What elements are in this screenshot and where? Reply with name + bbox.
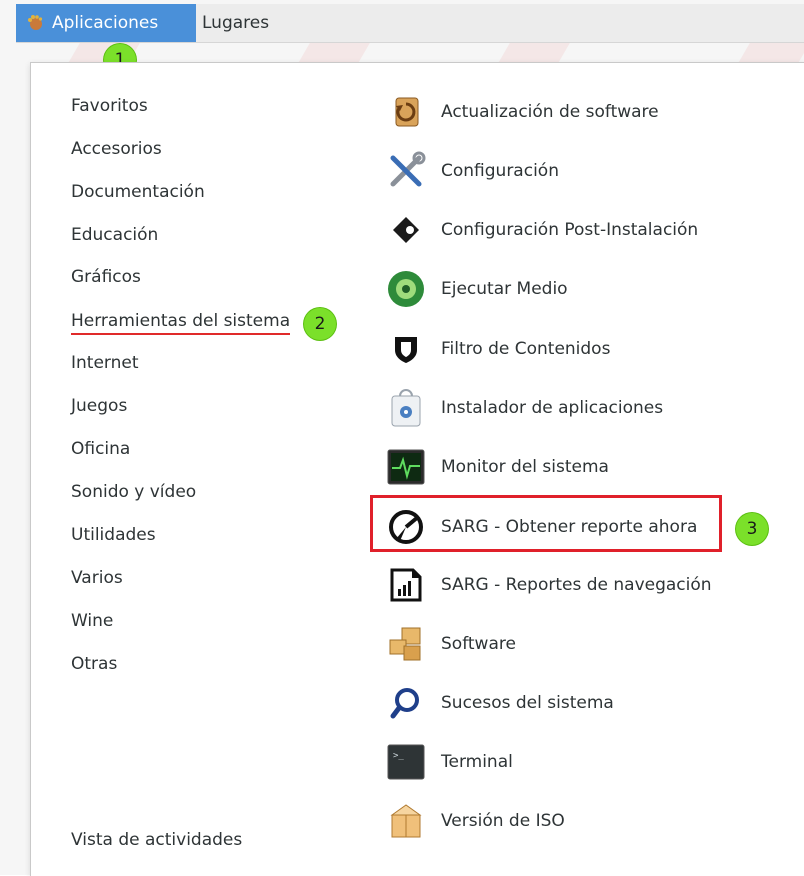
category-wine[interactable]: Wine: [71, 611, 113, 631]
app-label: Software: [441, 634, 516, 654]
app-label: Versión de ISO: [441, 811, 565, 831]
category-herramientas-del-sistema[interactable]: Herramientas del sistema: [71, 311, 291, 335]
annotation-badge-2: 2: [304, 308, 336, 340]
shield-icon: [383, 326, 429, 372]
category-educacion[interactable]: Educación: [71, 225, 158, 245]
run-media-icon: [383, 266, 429, 312]
app-label: SARG - Reportes de navegación: [441, 575, 712, 595]
top-panel: Aplicaciones Lugares: [16, 4, 804, 43]
app-version-de-iso[interactable]: Versión de ISO: [383, 797, 565, 845]
post-install-icon: [383, 207, 429, 253]
app-label: Sucesos del sistema: [441, 693, 614, 713]
app-label: Configuración Post-Instalación: [441, 220, 699, 240]
app-sucesos-del-sistema[interactable]: Sucesos del sistema: [383, 679, 614, 727]
app-sarg-reportes-de-navegacion[interactable]: SARG - Reportes de navegación: [383, 561, 712, 609]
category-accesorios[interactable]: Accesorios: [71, 139, 162, 159]
app-label: Terminal: [441, 752, 513, 772]
app-software[interactable]: Software: [383, 620, 516, 668]
settings-tools-icon: [383, 148, 429, 194]
app-label: Ejecutar Medio: [441, 279, 568, 299]
category-internet[interactable]: Internet: [71, 353, 139, 373]
app-label: Monitor del sistema: [441, 457, 609, 477]
app-ejecutar-medio[interactable]: Ejecutar Medio: [383, 265, 568, 313]
gnome-foot-icon: [28, 15, 43, 30]
category-graficos[interactable]: Gráficos: [71, 267, 141, 287]
software-boxes-icon: [383, 621, 429, 667]
category-otras[interactable]: Otras: [71, 654, 117, 674]
iso-version-icon: [383, 798, 429, 844]
app-software-update[interactable]: Actualización de software: [383, 88, 659, 136]
app-filtro-de-contenidos[interactable]: Filtro de Contenidos: [383, 325, 610, 373]
system-monitor-icon: [383, 444, 429, 490]
applications-menu-popup: Favoritos Accesorios Documentación Educa…: [30, 62, 804, 876]
app-instalador-de-aplicaciones[interactable]: Instalador de aplicaciones: [383, 384, 663, 432]
category-sonido-y-video[interactable]: Sonido y vídeo: [71, 482, 196, 502]
svg-text:>_: >_: [393, 751, 404, 761]
app-label: Configuración: [441, 161, 559, 181]
app-configuracion-post-instalacion[interactable]: Configuración Post-Instalación: [383, 206, 698, 254]
annotation-highlight-box: [370, 495, 722, 552]
places-label: Lugares: [202, 13, 270, 33]
category-utilidades[interactable]: Utilidades: [71, 525, 156, 545]
applications-menu-button[interactable]: Aplicaciones: [16, 4, 196, 42]
app-configuracion[interactable]: Configuración: [383, 147, 559, 195]
software-update-icon: [383, 89, 429, 135]
app-label: Actualización de software: [441, 102, 659, 122]
app-installer-icon: [383, 385, 429, 431]
app-label: Instalador de aplicaciones: [441, 398, 664, 418]
category-documentacion[interactable]: Documentación: [71, 182, 205, 202]
annotation-badge-3: 3: [736, 513, 768, 545]
places-menu-button[interactable]: Lugares: [192, 4, 279, 42]
sarg-reports-icon: [383, 562, 429, 608]
category-oficina[interactable]: Oficina: [71, 439, 130, 459]
category-varios[interactable]: Varios: [71, 568, 123, 588]
terminal-icon: >_: [383, 739, 429, 785]
applications-label: Aplicaciones: [52, 13, 159, 33]
app-terminal[interactable]: >_ Terminal: [383, 738, 513, 786]
category-favoritos[interactable]: Favoritos: [71, 96, 148, 116]
activities-overview-link[interactable]: Vista de actividades: [71, 830, 242, 850]
app-label: Filtro de Contenidos: [441, 339, 611, 359]
magnifier-icon: [383, 680, 429, 726]
category-juegos[interactable]: Juegos: [71, 396, 127, 416]
app-monitor-del-sistema[interactable]: Monitor del sistema: [383, 443, 609, 491]
